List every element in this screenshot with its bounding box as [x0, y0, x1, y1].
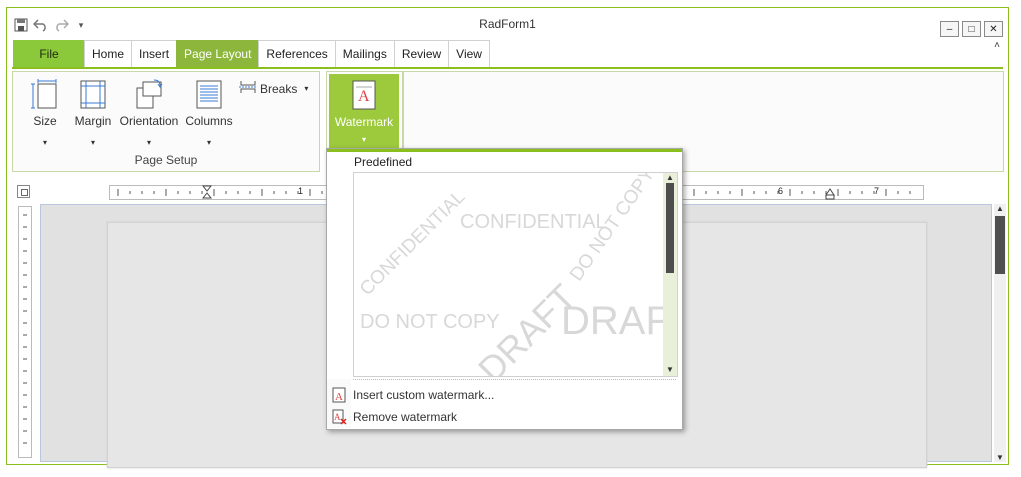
watermark-option-confidential-diagonal[interactable]: CONFIDENTIAL — [356, 186, 470, 300]
breaks-button[interactable]: Breaks ▾ — [239, 80, 308, 97]
orientation-button[interactable]: Orientation ▾ — [117, 78, 181, 147]
watermark-label: Watermark — [334, 115, 394, 129]
insert-watermark-icon: A — [331, 387, 347, 403]
predefined-header: Predefined — [354, 155, 413, 169]
gallery-scroll-up-arrow[interactable]: ▲ — [663, 173, 677, 182]
close-button[interactable]: ✕ — [984, 21, 1003, 37]
ruler-mark-7: 7 — [874, 186, 880, 196]
tab-review[interactable]: Review — [393, 40, 450, 67]
breaks-label: Breaks — [260, 81, 298, 96]
tab-mailings[interactable]: Mailings — [334, 40, 395, 67]
orientation-dropdown-arrow: ▾ — [146, 138, 151, 147]
orientation-label: Orientation — [119, 114, 179, 128]
watermark-gallery[interactable]: CONFIDENTIAL CONFIDENTIAL DO NOT COPY DO… — [353, 172, 678, 377]
insert-custom-watermark-item[interactable]: A Insert custom watermark... — [331, 385, 494, 405]
ribbon-tabs: File Home Insert Page Layout References … — [13, 40, 490, 67]
remove-watermark-item[interactable]: A Remove watermark — [331, 407, 457, 427]
svg-text:A: A — [334, 412, 341, 422]
breaks-icon — [239, 80, 257, 97]
ruler-mark-6: 6 — [778, 186, 784, 196]
gallery-scroll-thumb[interactable] — [666, 183, 674, 273]
title-bar: ▾ RadForm1 – □ ✕ — [7, 8, 1008, 40]
scroll-up-arrow[interactable]: ▲ — [994, 204, 1006, 213]
gallery-scrollbar[interactable]: ▲ ▼ — [663, 173, 677, 376]
remove-watermark-icon: A — [331, 409, 347, 425]
watermark-option-draft-horizontal[interactable]: DRAFT — [561, 299, 677, 344]
margin-label: Margin — [74, 114, 112, 128]
dropdown-accent-bar — [327, 149, 682, 152]
watermark-option-donotcopy-horizontal[interactable]: DO NOT COPY — [360, 311, 500, 334]
indent-marker-icon[interactable] — [202, 185, 212, 201]
scroll-down-arrow[interactable]: ▼ — [994, 453, 1006, 462]
tab-references[interactable]: References — [258, 40, 336, 67]
page-setup-group: Size ▾ Margin ▾ Orientation ▾ Columns ▾ … — [12, 71, 320, 172]
tab-insert[interactable]: Insert — [131, 40, 178, 67]
gallery-scroll-down-arrow[interactable]: ▼ — [663, 365, 677, 374]
size-dropdown-arrow: ▾ — [42, 138, 47, 147]
page-setup-group-label: Page Setup — [134, 153, 198, 167]
tab-view[interactable]: View — [448, 40, 490, 67]
columns-label: Columns — [185, 114, 233, 128]
watermark-option-confidential-horizontal[interactable]: CONFIDENTIAL — [460, 211, 607, 234]
margin-dropdown-arrow: ▾ — [90, 138, 95, 147]
scroll-thumb[interactable] — [995, 216, 1005, 274]
menu-separator — [353, 379, 676, 380]
orientation-icon — [134, 78, 164, 110]
window-title: RadForm1 — [479, 17, 536, 31]
margin-icon — [78, 78, 108, 110]
vertical-ruler[interactable] — [18, 206, 32, 458]
tab-page-layout[interactable]: Page Layout — [176, 40, 260, 67]
tab-home[interactable]: Home — [84, 40, 133, 67]
size-label: Size — [33, 114, 57, 128]
breaks-dropdown-arrow: ▾ — [304, 84, 309, 93]
columns-dropdown-arrow: ▾ — [206, 138, 211, 147]
svg-text:A: A — [335, 391, 343, 403]
columns-button[interactable]: Columns ▾ — [183, 78, 235, 147]
watermark-dropdown-menu: Predefined CONFIDENTIAL CONFIDENTIAL DO … — [326, 148, 683, 430]
minimize-button[interactable]: – — [940, 21, 959, 37]
insert-custom-watermark-label: Insert custom watermark... — [353, 388, 495, 402]
svg-text:A: A — [358, 88, 370, 105]
remove-watermark-label: Remove watermark — [353, 410, 458, 424]
ruler-toggle-button[interactable] — [17, 185, 30, 198]
size-button[interactable]: Size ▾ — [23, 78, 67, 147]
margin-button[interactable]: Margin ▾ — [71, 78, 115, 147]
document-vertical-scrollbar[interactable]: ▲ ▼ — [994, 204, 1006, 462]
maximize-button[interactable]: □ — [962, 21, 981, 37]
watermark-dropdown-arrow: ▾ — [361, 135, 366, 144]
columns-icon — [194, 78, 224, 110]
watermark-icon: A — [351, 79, 377, 111]
size-icon — [30, 78, 60, 110]
watermark-button[interactable]: A Watermark ▾ — [329, 74, 399, 154]
collapse-ribbon-button[interactable]: ˄ — [994, 40, 1000, 51]
ruler-mark-1: 1 — [298, 186, 304, 196]
right-indent-marker-icon[interactable] — [825, 188, 835, 200]
tab-file[interactable]: File — [13, 40, 85, 67]
